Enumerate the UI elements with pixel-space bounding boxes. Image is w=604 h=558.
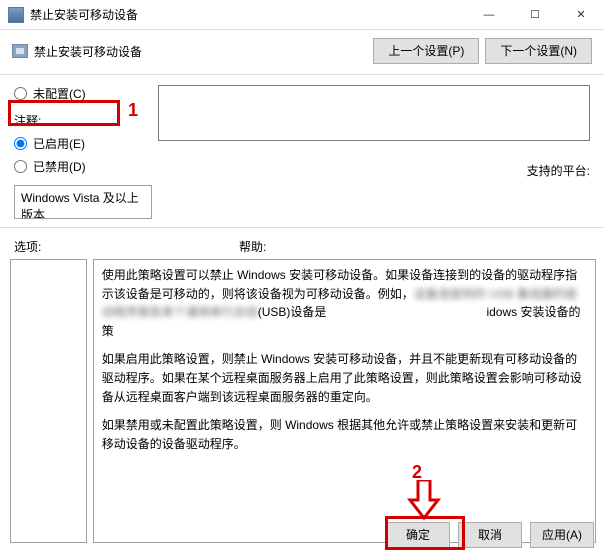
comment-label: 注释: — [14, 108, 152, 129]
divider-2 — [0, 227, 604, 228]
section-labels: 选项: 帮助: — [0, 234, 604, 259]
radio-enabled-label: 已启用(E) — [33, 135, 85, 152]
help-paragraph-3: 如果禁用或未配置此策略设置，则 Windows 根据其他允许或禁止策略设置来安装… — [102, 416, 587, 453]
next-setting-button[interactable]: 下一个设置(N) — [485, 38, 592, 64]
radio-not-configured[interactable]: 未配置(C) — [14, 85, 152, 102]
window-title: 禁止安装可移动设备 — [30, 6, 466, 23]
comment-textarea[interactable] — [158, 85, 590, 141]
footer-buttons: 确定 取消 应用(A) — [386, 522, 594, 548]
radio-enabled-input[interactable] — [14, 137, 27, 150]
radio-disabled[interactable]: 已禁用(D) — [14, 158, 152, 175]
radio-not-configured-input[interactable] — [14, 87, 27, 100]
title-bar: 禁止安装可移动设备 — ☐ ✕ — [0, 0, 604, 30]
window-controls: — ☐ ✕ — [466, 0, 604, 29]
help-label: 帮助: — [239, 238, 266, 255]
radio-not-configured-label: 未配置(C) — [33, 85, 86, 102]
divider — [0, 74, 604, 75]
setting-name: 禁止安装可移动设备 — [34, 43, 373, 60]
radio-disabled-label: 已禁用(D) — [33, 158, 86, 175]
app-icon — [8, 7, 24, 23]
supported-on-text: Windows Vista 及以上版本 — [21, 191, 139, 219]
nav-buttons: 上一个设置(P) 下一个设置(N) — [373, 38, 592, 64]
maximize-button[interactable]: ☐ — [512, 0, 558, 29]
policy-icon — [12, 44, 28, 58]
close-button[interactable]: ✕ — [558, 0, 604, 29]
ok-button[interactable]: 确定 — [386, 522, 450, 548]
config-grid: 未配置(C) 注释: 已启用(E) 已禁用(D) 支持的平台: Windows … — [0, 81, 604, 227]
lower-panels: 使用此策略设置可以禁止 Windows 安装可移动设备。如果设备连接到的设备的驱… — [0, 259, 604, 543]
radio-enabled[interactable]: 已启用(E) — [14, 135, 152, 152]
options-label: 选项: — [14, 238, 239, 255]
previous-setting-button[interactable]: 上一个设置(P) — [373, 38, 479, 64]
minimize-button[interactable]: — — [466, 0, 512, 29]
supported-on-box: Windows Vista 及以上版本 — [14, 185, 152, 219]
cancel-button[interactable]: 取消 — [458, 522, 522, 548]
options-panel — [10, 259, 87, 543]
apply-button[interactable]: 应用(A) — [530, 522, 594, 548]
help-paragraph-1: 使用此策略设置可以禁止 Windows 安装可移动设备。如果设备连接到的设备的驱… — [102, 266, 587, 340]
supported-label: 支持的平台: — [158, 158, 590, 179]
help-panel: 使用此策略设置可以禁止 Windows 安装可移动设备。如果设备连接到的设备的驱… — [93, 259, 596, 543]
header-row: 禁止安装可移动设备 上一个设置(P) 下一个设置(N) — [0, 30, 604, 74]
radio-disabled-input[interactable] — [14, 160, 27, 173]
help-paragraph-2: 如果启用此策略设置，则禁止 Windows 安装可移动设备，并且不能更新现有可移… — [102, 350, 587, 406]
